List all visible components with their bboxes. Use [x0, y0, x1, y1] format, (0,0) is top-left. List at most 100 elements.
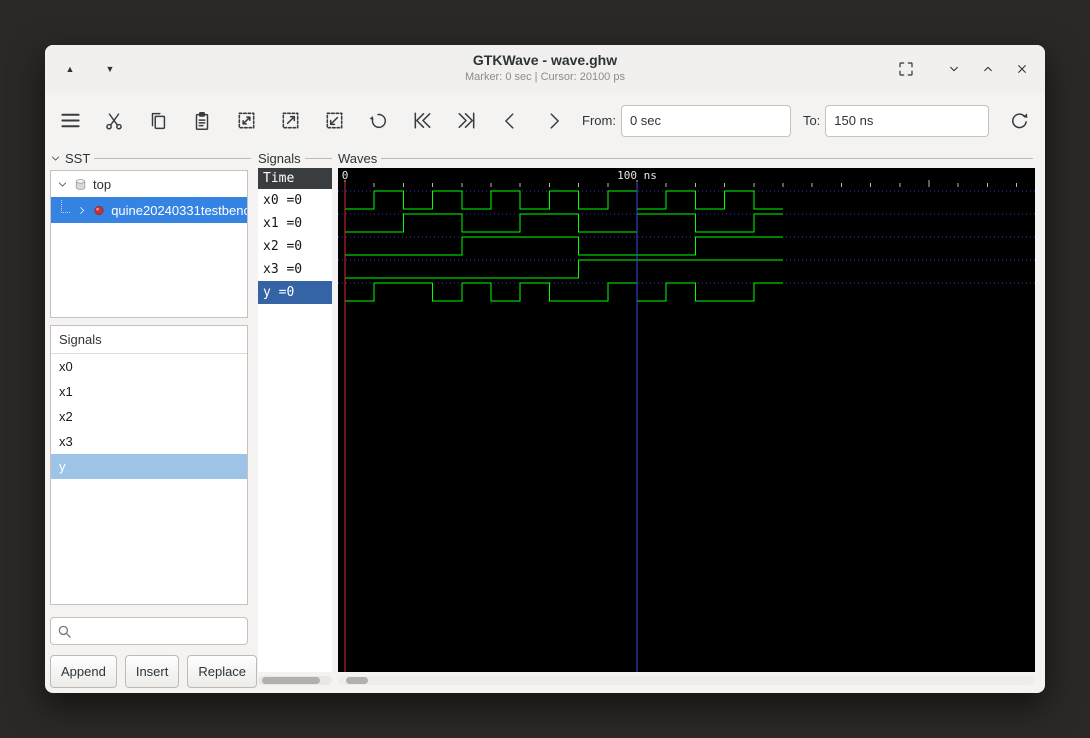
minimize-button[interactable] — [941, 56, 967, 82]
goto-end-button[interactable] — [448, 103, 484, 139]
zoom-out-button[interactable] — [316, 103, 352, 139]
zoom-fit-icon — [238, 112, 254, 129]
from-label: From: — [582, 113, 616, 128]
names-hscrollbar[interactable] — [258, 676, 332, 685]
zoom-undo-button[interactable] — [360, 103, 396, 139]
signal-list-item-x2[interactable]: x2 — [51, 404, 247, 429]
insert-button[interactable]: Insert — [124, 655, 180, 688]
copy-icon — [151, 112, 166, 129]
close-icon — [1018, 65, 1026, 73]
chevron-right-icon — [550, 112, 559, 129]
from-field[interactable] — [620, 104, 791, 137]
signal-name-row-x2[interactable]: x2 =0 — [258, 235, 332, 258]
wave-canvas[interactable]: 0 100 ns — [338, 168, 1035, 672]
chevron-up-icon — [984, 66, 992, 72]
prev-edge-button[interactable] — [492, 103, 528, 139]
names-frame-header: Signals — [258, 150, 332, 166]
waves-panel: Waves 0 100 ns — [338, 148, 1035, 693]
tree-item-label: quine20240331testbench — [111, 202, 247, 218]
toolbar: From: To: — [45, 93, 1045, 148]
titlebar-right-controls — [893, 45, 1035, 93]
signals-list-header: Signals — [51, 326, 247, 354]
tree-item-label: top — [93, 176, 112, 192]
names-hscrollbar-thumb[interactable] — [262, 677, 320, 684]
maximize-button[interactable] — [975, 56, 1001, 82]
signal-name-row-x0[interactable]: x0 =0 — [258, 189, 332, 212]
waves-hscrollbar[interactable] — [338, 676, 1035, 685]
svg-text:100 ns: 100 ns — [617, 169, 657, 182]
signal-list-item-x1[interactable]: x1 — [51, 379, 247, 404]
names-frame-label: Signals — [258, 150, 301, 166]
main-content: SST top quine20240331testbench Signals x… — [45, 148, 1045, 693]
titlebar-left-controls: ▲ ▼ — [57, 45, 123, 93]
waves-frame-label: Waves — [338, 150, 378, 166]
chevron-down-icon[interactable] — [57, 179, 68, 190]
cut-button[interactable] — [96, 103, 132, 139]
to-label: To: — [802, 113, 821, 128]
fullscreen-icon — [899, 62, 913, 76]
sst-label: SST — [65, 150, 91, 166]
menu-button[interactable] — [52, 103, 88, 139]
waves-hscrollbar-thumb[interactable] — [346, 677, 368, 684]
chevron-down-icon[interactable] — [50, 153, 61, 164]
reload-icon — [1011, 113, 1028, 129]
sst-header: SST — [50, 150, 251, 166]
sst-buttons: Append Insert Replace — [50, 655, 258, 688]
replace-button[interactable]: Replace — [187, 655, 258, 688]
sst-signals-list: Signals x0 x1 x2 x3 y — [50, 325, 248, 605]
search-icon — [58, 625, 71, 638]
names-list: Time x0 =0 x1 =0 x2 =0 x3 =0 y =0 — [258, 168, 332, 672]
tree-guide — [61, 199, 70, 213]
sst-panel: SST top quine20240331testbench Signals x… — [48, 148, 258, 693]
goto-start-button[interactable] — [404, 103, 440, 139]
titlebar-arrow-up-button[interactable]: ▲ — [57, 56, 83, 82]
titlebar-arrow-down-button[interactable]: ▼ — [97, 56, 123, 82]
svg-text:0: 0 — [342, 169, 349, 182]
sst-tree: top quine20240331testbench — [50, 170, 248, 318]
chevron-left-icon — [505, 112, 514, 129]
reload-button[interactable] — [1001, 103, 1037, 139]
copy-button[interactable] — [140, 103, 176, 139]
waveform-svg: 0 100 ns — [338, 169, 1035, 672]
divider — [94, 158, 251, 159]
signal-name-row-x1[interactable]: x1 =0 — [258, 212, 332, 235]
window-subtitle: Marker: 0 sec | Cursor: 20100 ps — [465, 71, 625, 83]
tree-item-top[interactable]: top — [51, 171, 247, 197]
module-icon — [75, 178, 86, 190]
zoom-fit-button[interactable] — [228, 103, 264, 139]
chevron-right-icon[interactable] — [77, 205, 87, 216]
zoom-out-icon — [326, 112, 342, 129]
titlebar-titles: GTKWave - wave.ghw Marker: 0 sec | Curso… — [245, 52, 845, 83]
undo-icon — [369, 113, 387, 128]
signal-names-panel: Signals Time x0 =0 x1 =0 x2 =0 x3 =0 y =… — [258, 148, 332, 693]
next-edge-button[interactable] — [536, 103, 572, 139]
window-title: GTKWave - wave.ghw — [472, 52, 618, 68]
signal-list-item-x3[interactable]: x3 — [51, 429, 247, 454]
paste-button[interactable] — [184, 103, 220, 139]
scissors-icon — [106, 112, 122, 130]
to-field[interactable] — [825, 104, 990, 137]
divider — [381, 158, 1033, 159]
skip-to-start-icon — [414, 112, 430, 129]
signal-search[interactable] — [50, 617, 248, 645]
time-header[interactable]: Time — [258, 168, 332, 189]
append-button[interactable]: Append — [50, 655, 117, 688]
signal-name-row-x3[interactable]: x3 =0 — [258, 258, 332, 281]
gtkwave-window: ▲ ▼ GTKWave - wave.ghw Marker: 0 sec | C… — [45, 45, 1045, 693]
signal-list-item-x0[interactable]: x0 — [51, 354, 247, 379]
close-button[interactable] — [1009, 56, 1035, 82]
signal-list-item-y[interactable]: y — [51, 454, 247, 479]
skip-to-end-icon — [458, 112, 474, 129]
arrow-up-icon: ▲ — [65, 63, 75, 74]
chevron-down-icon — [950, 66, 958, 72]
zoom-in-button[interactable] — [272, 103, 308, 139]
titlebar[interactable]: ▲ ▼ GTKWave - wave.ghw Marker: 0 sec | C… — [45, 45, 1045, 94]
tree-item-testbench[interactable]: quine20240331testbench — [51, 197, 247, 223]
testbench-icon — [94, 205, 104, 215]
search-input[interactable] — [76, 622, 247, 640]
zoom-in-icon — [282, 112, 298, 129]
fullscreen-button[interactable] — [893, 56, 919, 82]
arrow-down-icon: ▼ — [105, 63, 115, 74]
signal-name-row-y[interactable]: y =0 — [258, 281, 332, 304]
waves-frame-header: Waves — [338, 150, 1033, 166]
